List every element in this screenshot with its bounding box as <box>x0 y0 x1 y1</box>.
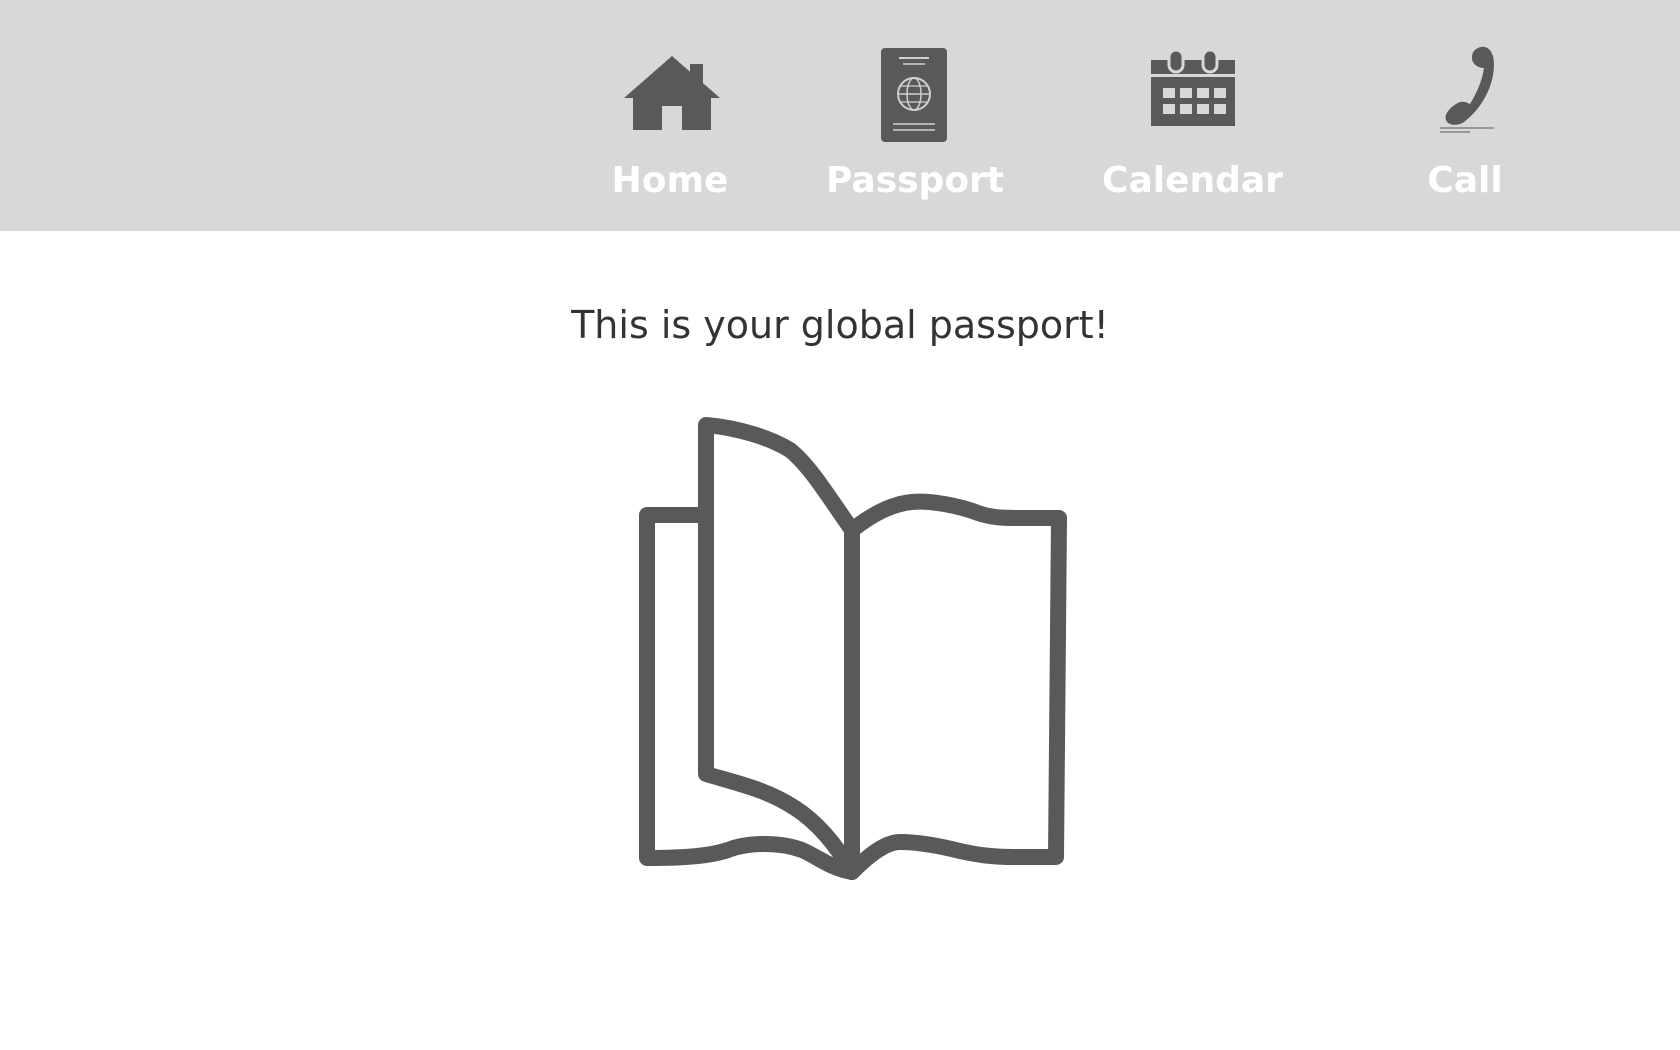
house-icon <box>624 56 720 130</box>
calendar-icon <box>1151 50 1235 126</box>
nav-item-home[interactable]: Home <box>600 0 740 231</box>
nav-label-call: Call <box>1427 160 1503 201</box>
open-book-icon <box>639 417 1067 880</box>
nav-label-passport: Passport <box>825 160 1005 201</box>
nav-label-calendar: Calendar <box>1102 160 1283 201</box>
nav-item-passport[interactable]: Passport <box>825 0 1005 231</box>
nav-item-calendar[interactable]: Calendar <box>1100 0 1285 231</box>
top-navigation-bar: Home Passport Calendar Call <box>0 0 1680 231</box>
nav-item-call[interactable]: Call <box>1405 0 1525 231</box>
nav-label-home: Home <box>611 160 729 201</box>
phone-icon <box>1440 46 1494 133</box>
passport-icon <box>881 48 947 142</box>
passport-message: This is your global passport! <box>571 303 1109 347</box>
